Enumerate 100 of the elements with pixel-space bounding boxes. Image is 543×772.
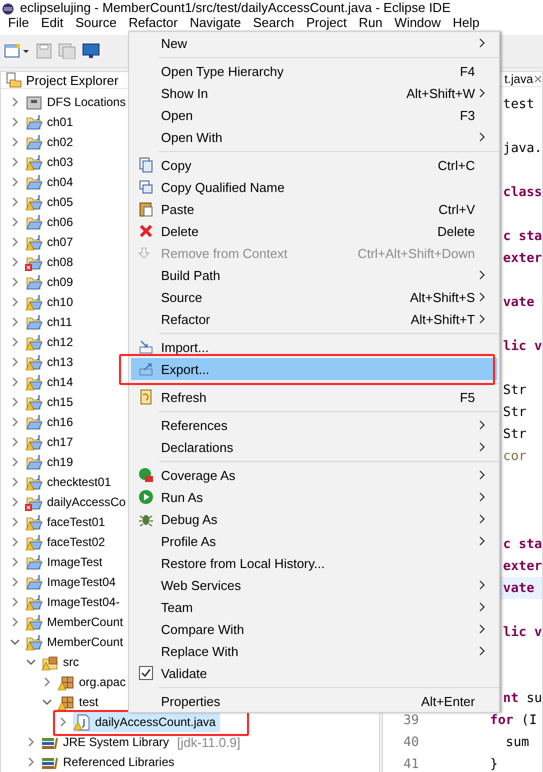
chevron-right-icon[interactable] — [10, 157, 20, 167]
menu-item[interactable]: Source Alt+Shift+S — [131, 286, 497, 308]
menu-item[interactable]: Run As — [131, 486, 497, 508]
tree-item[interactable]: faceTest01 — [25, 512, 110, 532]
tree-item[interactable]: ch06 — [25, 212, 78, 232]
chevron-right-icon[interactable] — [10, 397, 20, 407]
menu-item[interactable]: Debug As — [131, 508, 497, 530]
menu-item[interactable]: Coverage As — [131, 464, 497, 486]
tree-item[interactable]: ch14 — [25, 372, 78, 392]
menu-bar-item[interactable]: Project — [300, 16, 353, 30]
tree-item[interactable]: ch16 — [25, 412, 78, 432]
tree-item[interactable]: org.apac — [57, 672, 130, 692]
tree-item[interactable]: ch01 — [25, 112, 78, 132]
chevron-right-icon[interactable] — [10, 497, 20, 507]
chevron-right-icon[interactable] — [26, 737, 36, 747]
chevron-right-icon[interactable] — [10, 117, 20, 127]
tree-item[interactable]: checktest01 — [25, 472, 116, 492]
monitor-icon[interactable] — [82, 43, 100, 59]
menu-item[interactable]: Delete Delete — [131, 220, 497, 242]
tree-item[interactable]: ch03 — [25, 152, 78, 172]
menu-bar-item[interactable]: Edit — [34, 16, 70, 30]
menu-item[interactable]: Compare With — [131, 618, 497, 640]
chevron-right-icon[interactable] — [10, 97, 20, 107]
menu-item[interactable]: Open F3 — [131, 104, 497, 126]
chevron-right-icon[interactable] — [10, 217, 20, 227]
chevron-down-icon[interactable] — [10, 637, 20, 647]
menu-bar-item[interactable]: Refactor — [122, 16, 184, 30]
menu-item[interactable]: Refresh F5 — [131, 386, 497, 408]
tree-item[interactable]: ImageTest — [25, 552, 106, 572]
chevron-right-icon[interactable] — [10, 337, 20, 347]
menu-item[interactable]: Properties Alt+Enter — [131, 690, 497, 712]
chevron-right-icon[interactable] — [10, 577, 20, 587]
menu-bar-item[interactable]: File — [2, 16, 35, 30]
menu-item[interactable]: Build Path — [131, 264, 497, 286]
menu-item[interactable]: Show In Alt+Shift+W — [131, 82, 497, 104]
chevron-right-icon[interactable] — [10, 377, 20, 387]
chevron-right-icon[interactable] — [10, 417, 20, 427]
tree-item[interactable]: ch09 — [25, 272, 78, 292]
tree-item[interactable]: dailyAccessCo — [25, 492, 130, 512]
menu-item[interactable]: Copy Qualified Name — [131, 176, 497, 198]
tree-item[interactable]: ch13 — [25, 352, 78, 372]
tree-item[interactable]: MemberCount — [25, 632, 128, 652]
close-icon[interactable] — [534, 75, 542, 83]
chevron-right-icon[interactable] — [10, 477, 20, 487]
chevron-right-icon[interactable] — [42, 677, 52, 687]
new-file-icon[interactable] — [4, 42, 30, 60]
menu-item[interactable]: Open With — [131, 126, 497, 148]
menu-item[interactable]: Web Services — [131, 574, 497, 596]
chevron-right-icon[interactable] — [10, 297, 20, 307]
menu-item[interactable]: References — [131, 414, 497, 436]
menu-item[interactable]: Paste Ctrl+V — [131, 198, 497, 220]
menu-item[interactable]: Refactor Alt+Shift+T — [131, 308, 497, 330]
chevron-right-icon[interactable] — [10, 357, 20, 367]
chevron-right-icon[interactable] — [10, 437, 20, 447]
chevron-right-icon[interactable] — [10, 537, 20, 547]
menu-item[interactable]: Replace With — [131, 640, 497, 662]
tree-item[interactable]: ch04 — [25, 172, 78, 192]
tree-item[interactable]: ch15 — [25, 392, 78, 412]
tree-item[interactable]: Referenced Libraries — [41, 752, 178, 772]
tree-item[interactable]: JRE System Library [jdk-11.0.9] — [41, 732, 244, 752]
menu-item[interactable]: Team — [131, 596, 497, 618]
chevron-right-icon[interactable] — [10, 617, 20, 627]
chevron-right-icon[interactable] — [10, 557, 20, 567]
menu-item[interactable]: Validate — [131, 662, 497, 684]
chevron-right-icon[interactable] — [10, 457, 20, 467]
chevron-right-icon[interactable] — [10, 197, 20, 207]
chevron-right-icon[interactable] — [10, 177, 20, 187]
tree-item[interactable]: ImageTest04- — [25, 592, 124, 612]
menu-item[interactable]: Import... — [131, 336, 497, 358]
menu-bar-item[interactable]: Help — [446, 16, 486, 30]
menu-item[interactable]: New — [131, 32, 497, 54]
menu-bar-item[interactable]: Run — [352, 16, 389, 30]
menu-bar-item[interactable]: Navigate — [184, 16, 248, 30]
tree-item[interactable]: DFS Locations — [25, 92, 130, 112]
tree-item[interactable]: dailyAccessCount.java — [73, 712, 220, 732]
chevron-down-icon[interactable] — [26, 657, 36, 667]
chevron-right-icon[interactable] — [58, 717, 68, 727]
tree-item[interactable]: ch10 — [25, 292, 78, 312]
tree-item[interactable]: src — [41, 652, 83, 672]
chevron-right-icon[interactable] — [10, 137, 20, 147]
menu-item[interactable]: Declarations — [131, 436, 497, 458]
menu-item[interactable]: Export... — [131, 358, 497, 380]
tree-item[interactable]: ch07 — [25, 232, 78, 252]
menu-bar-item[interactable]: Window — [388, 16, 447, 30]
panel-title[interactable]: Project Explorer — [26, 72, 118, 88]
chevron-right-icon[interactable] — [10, 597, 20, 607]
tree-item[interactable]: faceTest02 — [25, 532, 110, 552]
chevron-right-icon[interactable] — [10, 277, 20, 287]
chevron-right-icon[interactable] — [10, 517, 20, 527]
chevron-right-icon[interactable] — [10, 237, 20, 247]
editor-tab[interactable]: t.java — [504, 72, 533, 86]
checkbox-icon[interactable] — [139, 666, 153, 680]
menu-item[interactable]: Restore from Local History... — [131, 552, 497, 574]
chevron-right-icon[interactable] — [10, 257, 20, 267]
chevron-right-icon[interactable] — [26, 757, 36, 767]
tree-item[interactable]: ImageTest04 — [25, 572, 120, 592]
tree-item[interactable]: test — [57, 692, 102, 712]
tree-item[interactable]: ch08 — [25, 252, 78, 272]
tree-item[interactable]: ch19 — [25, 452, 78, 472]
menu-item[interactable]: Copy Ctrl+C — [131, 154, 497, 176]
